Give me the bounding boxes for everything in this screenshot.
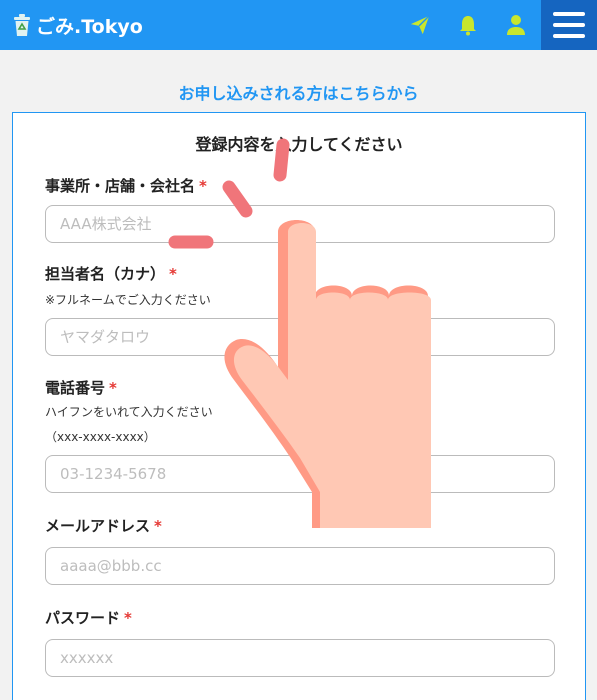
phone-number-input[interactable]: [45, 455, 555, 493]
contact-name-kana-label: 担当者名（カナ） *: [45, 265, 177, 283]
email-label: メールアドレス *: [45, 517, 162, 535]
registration-form: 登録内容を入力してください 事業所・店舗・会社名* 担当者名（カナ）* ※フルネ…: [12, 112, 586, 700]
required-mark: *: [124, 609, 132, 627]
send-icon[interactable]: [409, 14, 431, 36]
contact-name-note: ※フルネームでご入力ください: [45, 293, 211, 307]
app-logo[interactable]: ごみ.Tokyo: [12, 12, 143, 39]
recycle-bin-icon: [14, 14, 30, 36]
email-input[interactable]: [45, 547, 555, 585]
password-input[interactable]: [45, 639, 555, 677]
form-title: 登録内容を入力してください: [195, 135, 403, 154]
phone-number-note: ハイフンをいれて入力ください: [45, 405, 213, 419]
contact-name-kana-input[interactable]: [45, 318, 555, 356]
company-name-label: 事業所・店舗・会社名 *: [45, 177, 207, 195]
required-mark: *: [154, 517, 162, 535]
section-heading: お申し込みされる方はこちらから: [178, 84, 419, 103]
password-label: パスワード *: [45, 609, 132, 627]
required-mark: *: [169, 265, 177, 283]
company-name-input[interactable]: [45, 205, 555, 243]
app-title: ごみ.Tokyo: [36, 15, 143, 38]
app-header: ごみ.Tokyo: [0, 0, 597, 50]
phone-number-label: 電話番号 *: [45, 379, 117, 397]
user-icon[interactable]: [505, 14, 527, 36]
phone-number-format-note: （xxx-xxxx-xxxx）: [45, 430, 156, 444]
hamburger-menu-icon[interactable]: [541, 0, 597, 50]
required-mark: *: [109, 379, 117, 397]
required-mark: *: [199, 177, 207, 195]
bell-icon[interactable]: [457, 14, 479, 36]
